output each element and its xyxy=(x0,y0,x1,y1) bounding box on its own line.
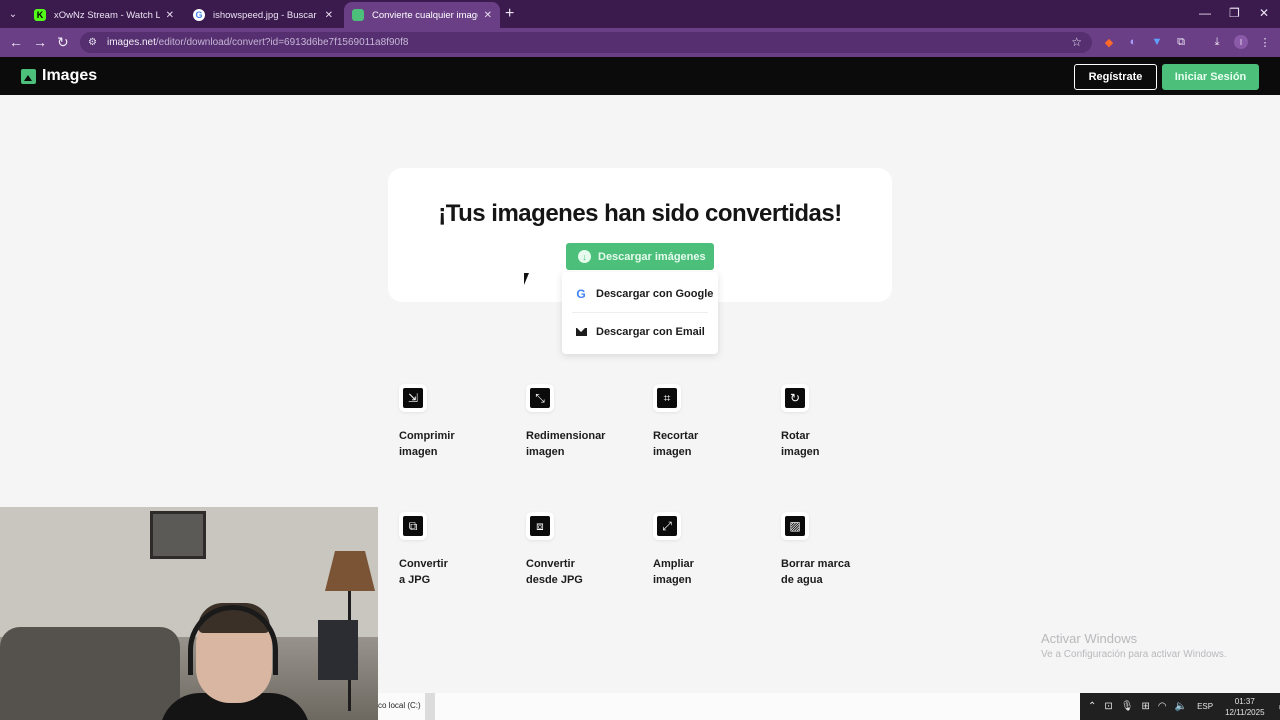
extensions-puzzle-icon[interactable]: ⧉ xyxy=(1174,35,1188,49)
images-icon xyxy=(352,9,364,21)
close-window-icon[interactable]: ✕ xyxy=(1259,6,1269,20)
clock-date: 12/11/2025 xyxy=(1225,707,1265,717)
logo-text: Images xyxy=(42,67,98,84)
tool-label: Convertir desde JPG xyxy=(526,558,583,586)
resize-icon: ⤡ xyxy=(530,388,550,408)
download-button-label: Descargar imágenes xyxy=(598,250,706,263)
taskbar-scrollbar[interactable] xyxy=(425,693,435,720)
reload-icon[interactable]: ↻ xyxy=(57,34,69,51)
system-tray: ⌃ ⊡ 🎙 ⊞ ◠ 🔈 ESP 01:37 12/11/2025 ▭ 3 xyxy=(1080,693,1280,720)
webcam-overlay xyxy=(0,507,378,720)
forward-icon[interactable]: → xyxy=(33,34,47,50)
url-host: images.net xyxy=(106,37,156,48)
extension-comet-icon[interactable]: ◐ xyxy=(1126,35,1140,49)
restore-icon[interactable]: ❐ xyxy=(1229,6,1240,20)
google-icon: G xyxy=(193,9,205,21)
download-email-label: Descargar con Email xyxy=(596,326,705,338)
tool-label: Borrar marca de agua xyxy=(781,558,851,586)
watermark-remove-icon: ▨ xyxy=(785,516,805,536)
mouse-cursor-icon xyxy=(524,273,529,285)
download-google-label: Descargar con Google xyxy=(596,288,714,300)
convert-to-jpg-icon: ⧉ xyxy=(403,516,423,536)
menu-kebab-icon[interactable]: ⋮ xyxy=(1258,35,1272,49)
profile-avatar[interactable]: I xyxy=(1234,35,1248,49)
close-tab-icon[interactable]: ✕ xyxy=(166,10,174,21)
tool-upscale[interactable]: ⤢ Ampliar imagen xyxy=(653,512,753,588)
download-images-button[interactable]: ↓ Descargar imágenes xyxy=(566,243,714,270)
close-tab-icon[interactable]: ✕ xyxy=(325,10,333,21)
download-email-option[interactable]: Descargar con Email xyxy=(562,313,718,351)
device-icon[interactable]: ⊡ xyxy=(1104,701,1112,712)
download-circle-icon: ↓ xyxy=(578,250,591,263)
site-header: Images Regístrate Iniciar Sesión xyxy=(0,57,1280,95)
extension-fox-icon[interactable]: ◆ xyxy=(1102,35,1116,49)
volume-icon[interactable]: 🔈 xyxy=(1175,701,1187,712)
kick-icon: K xyxy=(34,9,46,21)
rotate-icon: ↻ xyxy=(785,388,805,408)
url-path: /editor/download/convert?id=6913d6be7f15… xyxy=(155,37,409,48)
clock[interactable]: 01:37 12/11/2025 xyxy=(1225,696,1264,718)
back-icon[interactable]: ← xyxy=(9,34,23,50)
bookmark-star-icon[interactable]: ☆ xyxy=(1071,35,1082,49)
webcam-wall-picture xyxy=(150,511,206,559)
activate-title: Activar Windows xyxy=(1041,631,1138,646)
minimize-icon[interactable]: — xyxy=(1199,6,1211,20)
image-logo-icon xyxy=(21,68,36,84)
google-icon: G xyxy=(576,287,586,301)
network-icon[interactable]: ⊞ xyxy=(1141,701,1149,712)
tool-resize[interactable]: ⤡ Redimensionar imagen xyxy=(526,384,626,460)
extension-shield-icon[interactable]: ▼ xyxy=(1150,35,1164,49)
page-title: ¡Tus imagenes han sido convertidas! xyxy=(438,200,842,227)
tool-label: Ampliar imagen xyxy=(653,558,694,586)
site-logo[interactable]: Images xyxy=(21,67,97,85)
taskbar-drive-label[interactable]: co local (C:) xyxy=(378,701,421,710)
tool-rotate[interactable]: ↻ Rotar imagen xyxy=(781,384,881,460)
tab-images-active[interactable]: Convierte cualquier imagen a JP ✕ xyxy=(344,2,500,28)
upscale-icon: ⤢ xyxy=(657,516,677,536)
login-button[interactable]: Iniciar Sesión xyxy=(1162,64,1259,90)
tab-kick[interactable]: K xOwNz Stream - Watch Live on ✕ xyxy=(26,2,182,28)
tool-convert-to-jpg[interactable]: ⧉ Convertir a JPG xyxy=(399,512,499,588)
tool-label: Recortar imagen xyxy=(653,430,699,458)
language-indicator[interactable]: ESP xyxy=(1197,702,1213,711)
download-icon[interactable]: ⤓ xyxy=(1210,35,1224,49)
crop-icon: ⌗ xyxy=(657,388,677,408)
register-button[interactable]: Regístrate xyxy=(1074,64,1157,90)
webcam-shelf xyxy=(318,620,358,680)
tool-compress[interactable]: ⇲ Comprimir imagen xyxy=(399,384,499,460)
tab-search-button[interactable]: ⌄ xyxy=(0,0,26,28)
tool-remove-watermark[interactable]: ▨ Borrar marca de agua xyxy=(781,512,881,588)
download-google-option[interactable]: G Descargar con Google xyxy=(562,275,718,313)
wifi-icon[interactable]: ◠ xyxy=(1158,701,1167,712)
activate-subtitle: Ve a Configuración para activar Windows. xyxy=(1041,649,1227,660)
tool-label: Comprimir imagen xyxy=(399,430,455,458)
site-info-icon[interactable]: ⚙ xyxy=(88,37,97,48)
tool-label: Redimensionar imagen xyxy=(526,430,606,458)
address-bar[interactable]: ⚙ images.net/editor/download/convert?id=… xyxy=(80,32,1092,53)
microphone-icon[interactable]: 🎙 xyxy=(1121,701,1134,712)
tool-label: Rotar imagen xyxy=(781,430,820,458)
tool-crop[interactable]: ⌗ Recortar imagen xyxy=(653,384,753,460)
compress-icon: ⇲ xyxy=(403,388,423,408)
convert-from-jpg-icon: ⧈ xyxy=(530,516,550,536)
windows-activation-watermark: Activar Windows Ve a Configuración para … xyxy=(1041,631,1227,660)
chevron-up-icon[interactable]: ⌃ xyxy=(1088,701,1096,712)
close-tab-icon[interactable]: ✕ xyxy=(484,10,492,21)
download-dropdown: G Descargar con Google Descargar con Ema… xyxy=(562,272,718,354)
webcam-sofa xyxy=(0,627,180,720)
clock-time: 01:37 xyxy=(1234,696,1255,706)
tool-convert-from-jpg[interactable]: ⧈ Convertir desde JPG xyxy=(526,512,626,588)
tab-google-search[interactable]: G ishowspeed.jpg - Buscar con G ✕ xyxy=(185,2,341,28)
tool-label: Convertir a JPG xyxy=(399,558,448,586)
new-tab-button[interactable]: + xyxy=(505,5,514,23)
mail-icon xyxy=(575,328,587,336)
